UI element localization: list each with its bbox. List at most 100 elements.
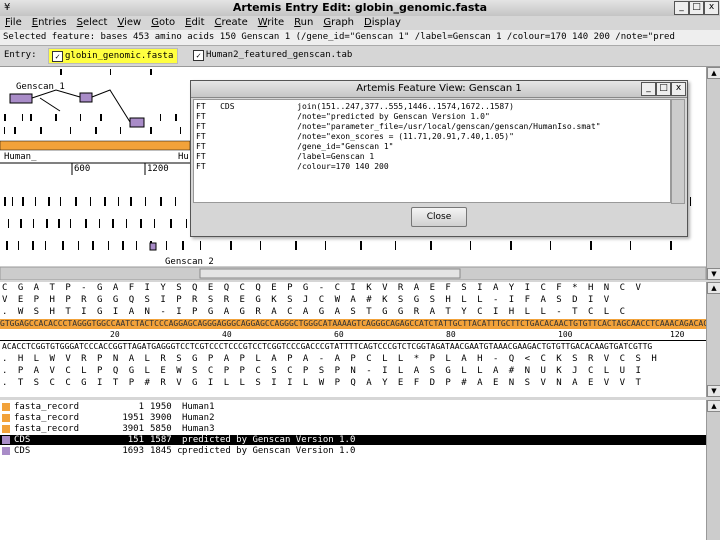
ruler-tick-label: 120 <box>670 330 685 339</box>
list-item[interactable]: CDS 1693 1845 c predicted by Genscan Ver… <box>0 446 706 456</box>
entry-label: Entry: <box>4 50 37 60</box>
list-item[interactable]: fasta_record 1 1950 Human1 <box>0 402 706 412</box>
dialog-minimize-button[interactable]: _ <box>641 82 656 96</box>
menu-entries[interactable]: Entries <box>27 16 72 30</box>
feature-key: fasta_record <box>14 424 80 434</box>
reverse-frame-3: . T S C C G I T P # R V G I L L S I I L … <box>2 378 644 388</box>
window-title: Artemis Entry Edit: globin_genomic.fasta <box>232 1 488 14</box>
entry-name: Human2_featured_genscan.tab <box>206 50 353 60</box>
menu-edit[interactable]: Edit <box>180 16 209 30</box>
feature-end: 3900 <box>150 413 172 423</box>
frame-row-2 <box>4 127 181 134</box>
scroll-up-arrow-icon[interactable]: ▲ <box>707 400 720 412</box>
overview-vertical-scrollbar[interactable]: ▲ ▼ <box>706 67 720 280</box>
base-ruler: 20 40 60 80 100 120 <box>0 330 706 341</box>
forward-frame-2: V E P H P R G G Q S I P R S R E G K S J … <box>2 295 612 305</box>
sequence-vertical-scrollbar[interactable]: ▲ ▼ <box>706 282 720 397</box>
sequence-name-label-right: Hu <box>178 152 189 162</box>
forward-dna-strand[interactable]: GTGGAGCCACACCCTAGGGTGGCCAATCTACTCCCAGGAG… <box>0 319 706 329</box>
reverse-frame-row-3 <box>6 241 672 250</box>
feature-color-swatch <box>2 436 10 444</box>
feature-list-scrollbar[interactable]: ▲ <box>706 400 720 540</box>
title-bar[interactable]: ¥ Artemis Entry Edit: globin_genomic.fas… <box>0 0 720 17</box>
feature-start: 151 <box>127 435 144 445</box>
entry-toggle-globin[interactable]: ✓ globin_genomic.fasta <box>48 48 179 64</box>
sequence-name-label: Human_ <box>4 152 37 162</box>
feature-start: 1951 <box>122 413 144 423</box>
feature-list[interactable]: fasta_record 1 1950 Human1 fasta_record … <box>0 400 706 540</box>
ruler-tick-label: 40 <box>222 330 232 339</box>
menu-bar: File Entries Select View Goto Edit Create Write… <box>0 16 720 30</box>
feature-start: 1 <box>138 402 144 412</box>
scroll-down-arrow-icon[interactable]: ▼ <box>707 385 720 397</box>
menu-display[interactable]: Display <box>359 16 406 30</box>
feature-note: Human1 <box>182 402 215 412</box>
genscan2-exon[interactable] <box>149 242 157 251</box>
feature-view-dialog: Artemis Feature View: Genscan 1 _ □ x FT… <box>190 80 688 237</box>
feature-color-swatch <box>2 414 10 422</box>
dialog-title: Artemis Feature View: Genscan 1 <box>356 83 522 94</box>
list-item[interactable]: fasta_record 1951 3900 Human2 <box>0 413 706 423</box>
checkbox-checked-icon[interactable]: ✓ <box>193 50 204 61</box>
feature-key: fasta_record <box>14 402 80 412</box>
feature-end: 1587 <box>150 435 172 445</box>
dialog-title-bar[interactable]: Artemis Feature View: Genscan 1 _ □ x <box>191 81 687 98</box>
menu-create[interactable]: Create <box>210 16 253 30</box>
ruler-tick-label: 1200 <box>147 164 169 174</box>
checkbox-checked-icon[interactable]: ✓ <box>52 51 63 62</box>
dialog-close-icon[interactable]: x <box>671 82 686 96</box>
ruler-tick-label: 60 <box>334 330 344 339</box>
menu-file[interactable]: File <box>0 16 27 30</box>
top-frame-lines <box>60 69 152 75</box>
reverse-dna-strand[interactable]: ACACCTCGGTGTGGGATCCCACCGGTTAGATGAGGGTCCT… <box>2 342 652 351</box>
ruler-tick-label: 80 <box>446 330 456 339</box>
dialog-scrollbar[interactable] <box>671 99 685 204</box>
feature-text-area[interactable]: FT CDS join(151..247,377..555,1446..1574… <box>193 99 671 203</box>
feature-line: FT /colour=170 140 200 <box>196 162 389 171</box>
feature-end: 1845 c <box>150 446 183 456</box>
close-window-button[interactable]: x <box>704 1 719 15</box>
scroll-up-arrow-icon[interactable]: ▲ <box>707 282 720 294</box>
feature-key: CDS <box>14 446 31 456</box>
list-item-selected[interactable]: CDS 151 1587 predicted by Genscan Versio… <box>0 435 706 445</box>
feature-note: predicted by Genscan Version 1.0 <box>182 435 356 445</box>
frame-row-1 <box>4 114 177 121</box>
feature-line: FT /label=Genscan 1 <box>196 152 375 161</box>
artemis-main-window: ¥ Artemis Entry Edit: globin_genomic.fas… <box>0 0 720 540</box>
feature-line: FT /note="exon_scores = (11.71,20.91,7.4… <box>196 132 514 141</box>
maximize-button[interactable]: □ <box>689 1 704 15</box>
sequence-detail-panel[interactable]: C G A T P - G A F I Y S Q E Q C Q E P G … <box>0 282 706 397</box>
minimize-button[interactable]: _ <box>674 1 689 15</box>
selected-feature-info: Selected feature: bases 453 amino acids … <box>0 30 720 46</box>
genscan1-exon-1[interactable] <box>9 93 33 104</box>
scroll-down-arrow-icon[interactable]: ▼ <box>707 268 720 280</box>
genscan2-label: Genscan 2 <box>165 257 214 267</box>
feature-key: fasta_record <box>14 413 80 423</box>
feature-line: FT /gene_id="Genscan 1" <box>196 142 394 151</box>
close-button[interactable]: Close <box>411 207 467 227</box>
feature-end: 5850 <box>150 424 172 434</box>
forward-frame-3: . W S H T I G I A N - I P G A G R A C A … <box>2 307 628 317</box>
menu-write[interactable]: Write <box>253 16 289 30</box>
feature-note: predicted by Genscan Version 1.0 <box>182 446 356 456</box>
reverse-frame-1: . H L W V R P N A L R S G P A P L A P A … <box>2 354 660 364</box>
menu-run[interactable]: Run <box>289 16 318 30</box>
scroll-up-arrow-icon[interactable]: ▲ <box>707 67 720 79</box>
ruler-tick-label: 100 <box>558 330 573 339</box>
menu-view[interactable]: View <box>112 16 146 30</box>
genscan1-exon-3[interactable] <box>129 117 145 128</box>
forward-sequence-bar[interactable] <box>0 140 191 151</box>
menu-goto[interactable]: Goto <box>146 16 180 30</box>
entry-toggle-human2[interactable]: ✓ Human2_featured_genscan.tab <box>190 48 356 62</box>
feature-color-swatch <box>2 447 10 455</box>
feature-note: Human3 <box>182 424 215 434</box>
list-item[interactable]: fasta_record 3901 5850 Human3 <box>0 424 706 434</box>
dialog-maximize-button[interactable]: □ <box>656 82 671 96</box>
feature-end: 1950 <box>150 402 172 412</box>
menu-select[interactable]: Select <box>72 16 113 30</box>
genscan1-exon-2[interactable] <box>79 92 93 103</box>
feature-key: CDS <box>14 435 31 445</box>
feature-start: 1693 <box>122 446 144 456</box>
menu-graph[interactable]: Graph <box>318 16 359 30</box>
ruler-tick-label: 20 <box>110 330 120 339</box>
